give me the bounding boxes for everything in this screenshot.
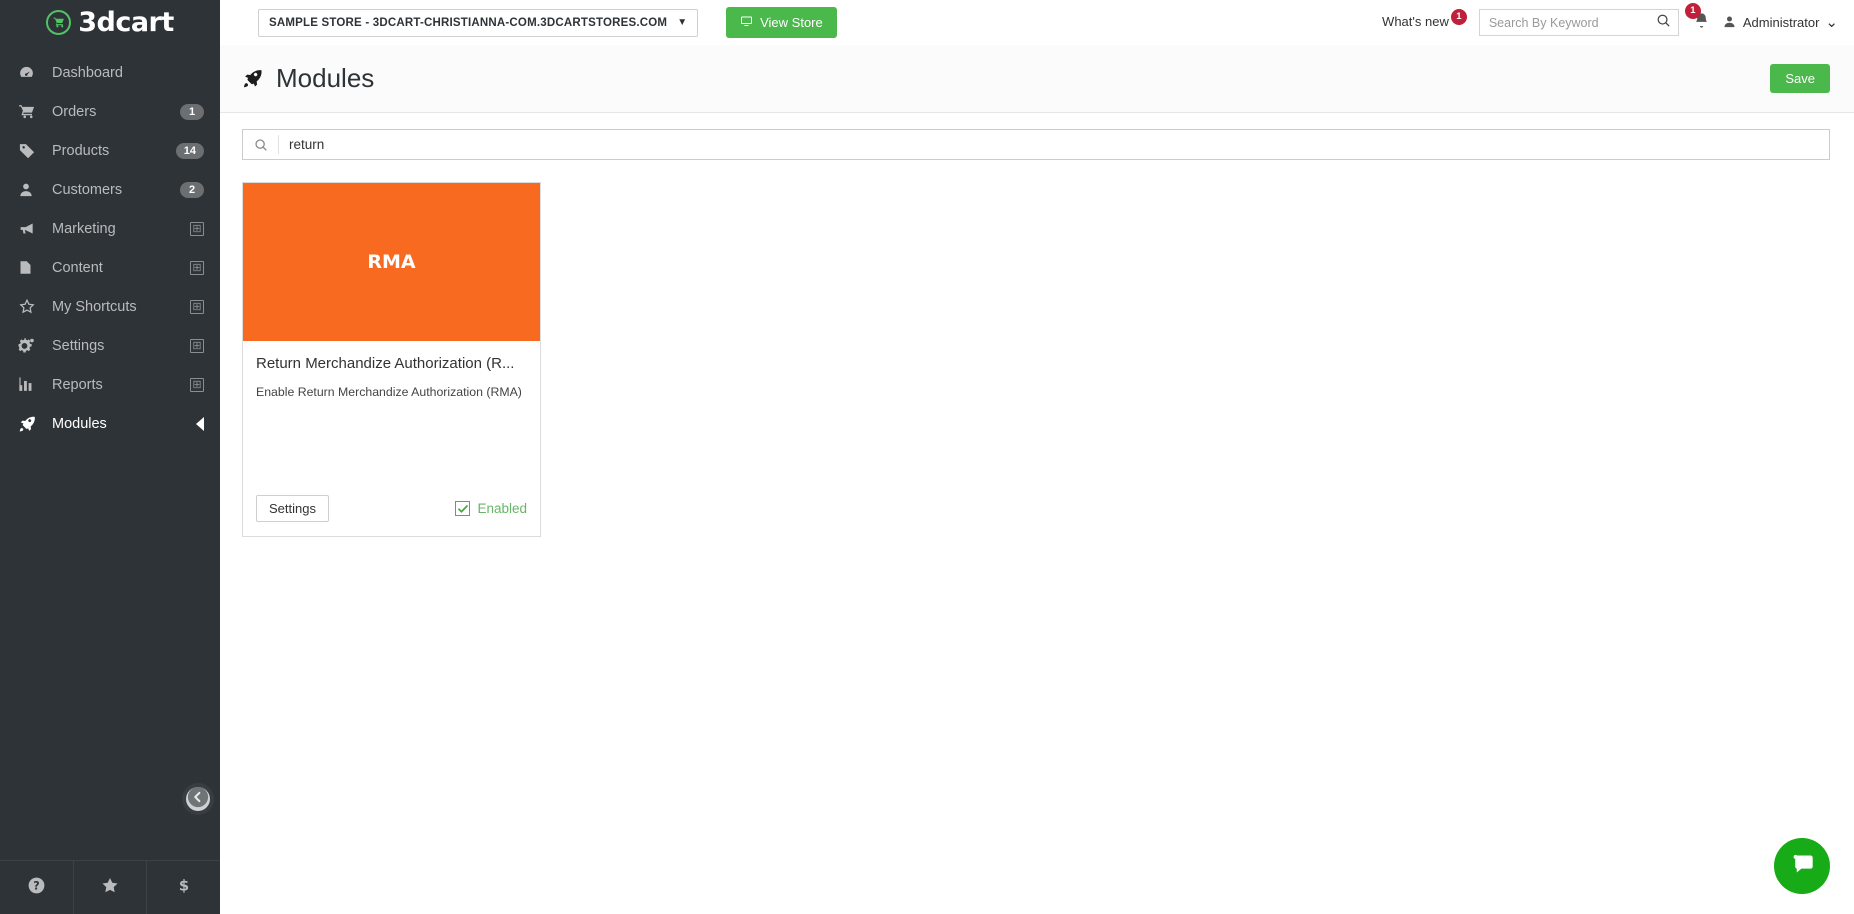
whats-new-label: What's new xyxy=(1382,13,1449,29)
sidebar-item-reports[interactable]: Reports ⊞ xyxy=(0,365,220,404)
shopping-cart-icon xyxy=(46,10,72,35)
module-settings-button[interactable]: Settings xyxy=(256,495,329,522)
module-card[interactable]: RMA Return Merchandize Authorization (R.… xyxy=(242,182,541,537)
search-icon[interactable] xyxy=(1656,13,1671,33)
dashboard-icon xyxy=(18,64,42,81)
monitor-icon xyxy=(740,15,753,30)
arrow-left-circle-icon xyxy=(187,786,209,813)
enabled-checkbox[interactable] xyxy=(455,501,471,516)
module-card-title: Return Merchandize Authorization (R... xyxy=(256,355,515,372)
svg-text:?: ? xyxy=(33,879,39,892)
sidebar-collapse-button[interactable] xyxy=(186,786,210,813)
help-button[interactable]: ? xyxy=(0,861,74,914)
sidebar-item-label: Products xyxy=(52,142,110,159)
view-store-label: View Store xyxy=(760,15,823,30)
svg-text:$: $ xyxy=(179,877,189,894)
module-search[interactable] xyxy=(242,129,1830,160)
sidebar-item-label: Orders xyxy=(52,103,97,120)
rocket-icon xyxy=(18,415,42,433)
user-menu[interactable]: Administrator ⌄ xyxy=(1722,14,1838,32)
sidebar-footer: ? $ xyxy=(0,860,220,914)
gear-icon xyxy=(18,337,42,354)
whats-new-badge: 1 xyxy=(1450,8,1467,25)
save-button[interactable]: Save xyxy=(1770,64,1830,93)
store-selector-label: SAMPLE STORE - 3DCART-CHRISTIANNA-COM.3D… xyxy=(269,16,668,29)
sidebar-item-content[interactable]: Content ⊞ xyxy=(0,248,220,287)
sidebar: Dashboard Orders 1 Products 14 Customers… xyxy=(0,45,220,914)
user-menu-label: Administrator xyxy=(1742,15,1820,30)
chat-bubble-icon xyxy=(1789,851,1816,882)
module-enabled-toggle[interactable]: Enabled xyxy=(455,501,527,516)
module-card-footer: Settings Enabled xyxy=(243,495,540,536)
module-card-banner-text: RMA xyxy=(367,251,416,273)
expand-icon[interactable]: ⊞ xyxy=(190,260,204,275)
sidebar-item-settings[interactable]: Settings ⊞ xyxy=(0,326,220,365)
whats-new-link[interactable]: What's new 1 xyxy=(1382,8,1471,32)
sidebar-item-marketing[interactable]: Marketing ⊞ xyxy=(0,209,220,248)
sidebar-item-label: Reports xyxy=(52,376,103,393)
sidebar-item-customers[interactable]: Customers 2 xyxy=(0,170,220,209)
expand-icon[interactable]: ⊞ xyxy=(190,377,204,392)
help-icon: ? xyxy=(27,876,46,900)
star-icon xyxy=(100,876,120,900)
brand-name: 3dcart xyxy=(78,7,174,38)
sidebar-item-label: My Shortcuts xyxy=(52,298,137,315)
sidebar-item-label: Dashboard xyxy=(52,64,123,81)
search-icon xyxy=(243,135,279,154)
star-icon xyxy=(18,298,42,315)
notifications-button[interactable]: 1 xyxy=(1684,2,1710,34)
sidebar-item-label: Modules xyxy=(52,415,107,432)
favorites-button[interactable] xyxy=(74,861,148,914)
sidebar-item-label: Marketing xyxy=(52,220,116,237)
sidebar-item-my-shortcuts[interactable]: My Shortcuts ⊞ xyxy=(0,287,220,326)
top-bar: 3dcart SAMPLE STORE - 3DCART-CHRISTIANNA… xyxy=(0,0,1854,45)
view-store-button[interactable]: View Store xyxy=(726,7,837,38)
enabled-label: Enabled xyxy=(477,501,527,516)
modules-grid: RMA Return Merchandize Authorization (R.… xyxy=(220,160,1854,537)
dollar-icon: $ xyxy=(176,875,192,900)
notifications-badge: 1 xyxy=(1684,2,1701,19)
cart-icon xyxy=(18,103,42,120)
store-selector[interactable]: SAMPLE STORE - 3DCART-CHRISTIANNA-COM.3D… xyxy=(258,8,699,37)
document-icon xyxy=(18,259,42,276)
brand-logo[interactable]: 3dcart xyxy=(0,0,220,45)
sidebar-item-count: 1 xyxy=(180,103,204,120)
user-icon xyxy=(18,181,42,198)
expand-icon[interactable]: ⊞ xyxy=(190,338,204,353)
page-title: Modules xyxy=(276,63,375,93)
user-icon xyxy=(1722,14,1737,32)
sidebar-item-modules[interactable]: Modules xyxy=(0,404,220,443)
sidebar-item-label: Content xyxy=(52,259,103,276)
sidebar-item-products[interactable]: Products 14 xyxy=(0,131,220,170)
sidebar-item-label: Settings xyxy=(52,337,105,354)
expand-icon[interactable]: ⊞ xyxy=(190,299,204,314)
module-card-description: Enable Return Merchandize Authorization … xyxy=(256,384,522,399)
module-search-input[interactable] xyxy=(279,137,1829,152)
chevron-down-icon: ▼ xyxy=(677,16,688,28)
sidebar-item-orders[interactable]: Orders 1 xyxy=(0,92,220,131)
sidebar-nav: Dashboard Orders 1 Products 14 Customers… xyxy=(0,45,220,443)
module-card-banner: RMA xyxy=(243,183,540,341)
keyword-search-input[interactable] xyxy=(1488,15,1656,30)
tag-icon xyxy=(18,142,42,159)
rocket-icon xyxy=(242,68,264,89)
sidebar-item-count: 2 xyxy=(180,181,204,198)
main-content: Modules Save RMA Return Merchandize Auth… xyxy=(220,45,1854,914)
sidebar-item-dashboard[interactable]: Dashboard xyxy=(0,53,220,92)
chat-button[interactable] xyxy=(1774,838,1830,894)
billing-button[interactable]: $ xyxy=(147,861,220,914)
chevron-down-icon: ⌄ xyxy=(1825,13,1838,31)
chevron-left-icon xyxy=(196,416,204,431)
keyword-search[interactable] xyxy=(1478,9,1679,36)
module-search-row xyxy=(220,113,1854,160)
sidebar-item-count: 14 xyxy=(175,142,204,159)
bar-chart-icon xyxy=(18,376,42,393)
megaphone-icon xyxy=(18,220,42,237)
module-card-body: Return Merchandize Authorization (R... E… xyxy=(243,341,540,495)
page-header: Modules Save xyxy=(220,45,1854,113)
expand-icon[interactable]: ⊞ xyxy=(190,221,204,236)
sidebar-item-label: Customers xyxy=(52,181,123,198)
